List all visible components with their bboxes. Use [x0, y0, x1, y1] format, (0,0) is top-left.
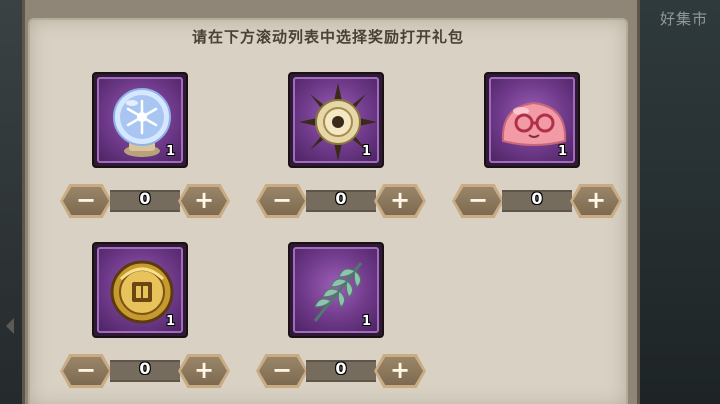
- increase-button[interactable]: +: [570, 184, 622, 218]
- game-screen: 好集市 请在下方滚动列表中选择奖励打开礼包 1 − 0 + 1 − 0 + 1 …: [0, 0, 720, 404]
- minus-icon: −: [63, 357, 109, 385]
- plus-icon: +: [181, 187, 227, 215]
- item-quantity: 1: [557, 144, 567, 159]
- item-frame[interactable]: 1: [484, 72, 580, 168]
- item-quantity: 1: [165, 314, 175, 329]
- decrease-button[interactable]: −: [256, 354, 308, 388]
- reward-item: 1 − 0 +: [256, 242, 426, 392]
- minus-icon: −: [259, 357, 305, 385]
- minus-icon: −: [63, 187, 109, 215]
- increase-button[interactable]: +: [374, 354, 426, 388]
- item-frame[interactable]: 1: [92, 242, 188, 338]
- selected-count: 0: [139, 359, 151, 378]
- item-frame[interactable]: 1: [288, 242, 384, 338]
- selected-count: 0: [335, 359, 347, 378]
- minus-icon: −: [455, 187, 501, 215]
- quantity-stepper: − 0 +: [60, 354, 230, 388]
- plus-icon: +: [181, 357, 227, 385]
- reward-item: 1 − 0 +: [60, 242, 230, 392]
- decrease-button[interactable]: −: [60, 184, 112, 218]
- item-quantity: 1: [361, 144, 371, 159]
- minus-icon: −: [259, 187, 305, 215]
- right-background-edge: [640, 0, 720, 404]
- quantity-stepper: − 0 +: [256, 184, 426, 218]
- item-frame[interactable]: 1: [288, 72, 384, 168]
- reward-item: 1 − 0 +: [256, 72, 426, 222]
- item-quantity: 1: [361, 314, 371, 329]
- plus-icon: +: [377, 187, 423, 215]
- quantity-stepper: − 0 +: [452, 184, 622, 218]
- item-frame[interactable]: 1: [92, 72, 188, 168]
- left-background-edge: [0, 0, 22, 404]
- reward-item: 1 − 0 +: [452, 72, 622, 222]
- increase-button[interactable]: +: [374, 184, 426, 218]
- selected-count: 0: [139, 189, 151, 208]
- left-arrow-icon[interactable]: [6, 318, 14, 334]
- decrease-button[interactable]: −: [256, 184, 308, 218]
- decrease-button[interactable]: −: [60, 354, 112, 388]
- increase-button[interactable]: +: [178, 354, 230, 388]
- decrease-button[interactable]: −: [452, 184, 504, 218]
- item-quantity: 1: [165, 144, 175, 159]
- reward-item: 1 − 0 +: [60, 72, 230, 222]
- selected-count: 0: [531, 189, 543, 208]
- selected-count: 0: [335, 189, 347, 208]
- panel-title: 请在下方滚动列表中选择奖励打开礼包: [191, 28, 464, 46]
- increase-button[interactable]: +: [178, 184, 230, 218]
- plus-icon: +: [573, 187, 619, 215]
- plus-icon: +: [377, 357, 423, 385]
- quantity-stepper: − 0 +: [60, 184, 230, 218]
- background-label: 好集市: [660, 10, 709, 28]
- quantity-stepper: − 0 +: [256, 354, 426, 388]
